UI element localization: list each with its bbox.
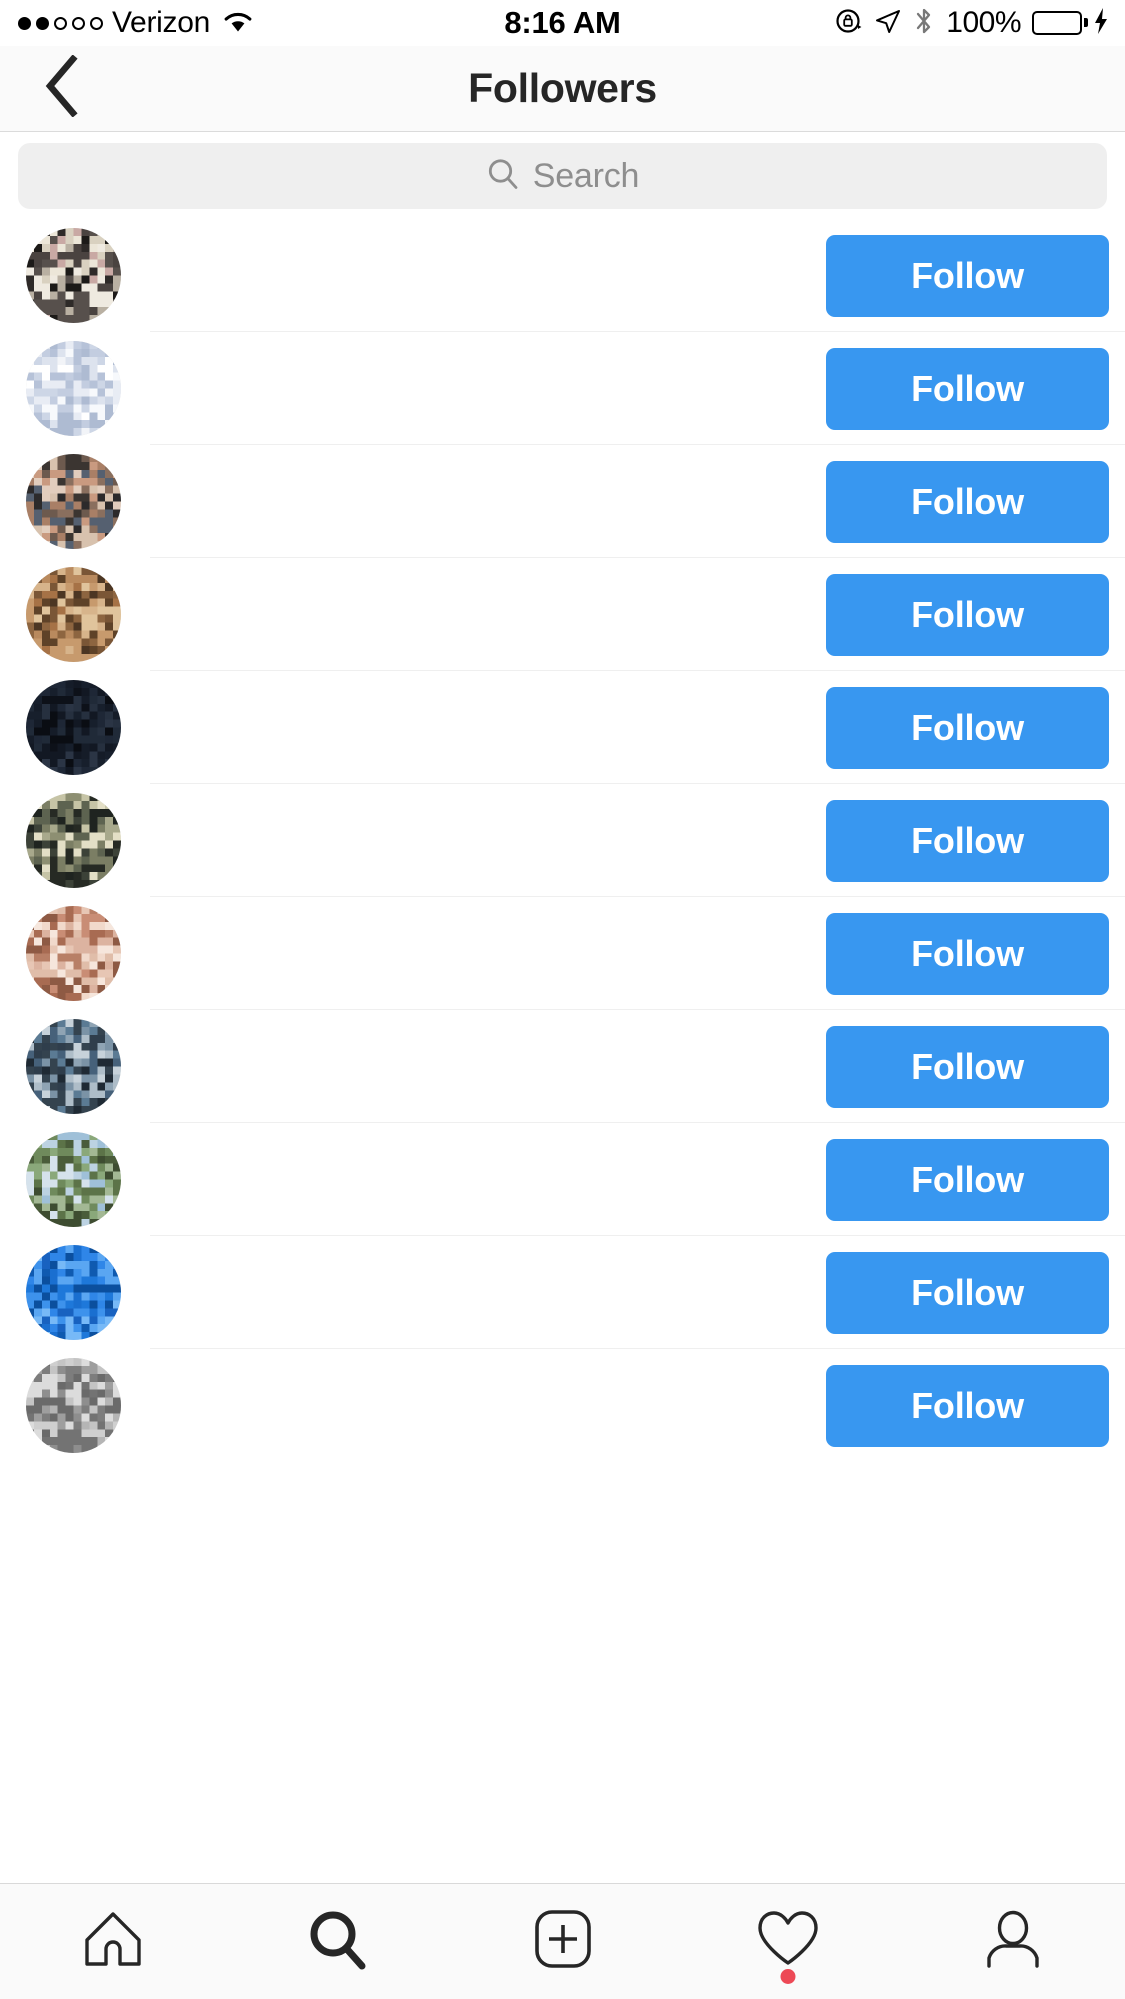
battery-percent-label: 100% <box>946 6 1021 39</box>
home-icon <box>82 1909 144 1974</box>
avatar-portrait-photo[interactable] <box>26 454 121 549</box>
follower-fullname <box>149 503 317 529</box>
follow-button[interactable]: Follow <box>826 1365 1109 1447</box>
avatar-default-placeholder[interactable] <box>26 341 121 436</box>
follower-fullname <box>149 729 444 755</box>
follower-username <box>149 349 287 379</box>
follower-username <box>149 1140 347 1170</box>
follower-row[interactable]: Follow <box>0 219 1125 332</box>
avatar-logo-photo[interactable] <box>26 1019 121 1114</box>
search-bar-container: Search <box>0 133 1125 219</box>
follow-button[interactable]: Follow <box>826 574 1109 656</box>
heart-icon <box>756 1910 820 1973</box>
profile-tab[interactable] <box>900 1884 1125 1999</box>
avatar-brown-hair-photo[interactable] <box>26 567 121 662</box>
status-clock: 8:16 AM <box>504 5 621 40</box>
follower-fullname <box>149 616 359 642</box>
activity-tab[interactable] <box>675 1884 900 1999</box>
follower-name-block[interactable] <box>149 236 669 303</box>
follower-username <box>149 801 346 831</box>
follower-fullname <box>149 1181 301 1207</box>
follower-row[interactable]: Follow <box>0 445 1125 558</box>
followers-list[interactable]: Follow Follow Follow Follow Follow Follow Foll… <box>0 219 1125 1883</box>
follower-username <box>149 1253 367 1283</box>
follower-username <box>149 462 307 492</box>
follow-button[interactable]: Follow <box>826 461 1109 543</box>
avatar-dog-photo[interactable] <box>26 228 121 323</box>
avatar-blue-logo[interactable] <box>26 1245 121 1340</box>
follower-fullname <box>149 1407 354 1433</box>
follower-fullname <box>149 277 414 303</box>
follower-name-block[interactable] <box>149 462 669 529</box>
follower-name-block[interactable] <box>149 1366 669 1433</box>
search-input[interactable]: Search <box>18 143 1107 209</box>
search-icon <box>307 1908 369 1975</box>
follower-row[interactable]: Follow <box>0 897 1125 1010</box>
follower-row[interactable]: Follow <box>0 1236 1125 1349</box>
follower-fullname <box>149 390 301 416</box>
add-post-tab[interactable] <box>450 1884 675 1999</box>
location-arrow-icon <box>874 7 902 40</box>
follower-row[interactable]: Follow <box>0 332 1125 445</box>
avatar-outdoor-photo[interactable] <box>26 1132 121 1227</box>
home-tab[interactable] <box>0 1884 225 1999</box>
follower-name-block[interactable] <box>149 575 669 642</box>
search-placeholder: Search <box>532 156 640 195</box>
follower-fullname <box>149 955 321 981</box>
follow-button[interactable]: Follow <box>826 348 1109 430</box>
follower-row[interactable]: Follow <box>0 1123 1125 1236</box>
search-tab[interactable] <box>225 1884 450 1999</box>
activity-badge-dot <box>780 1968 795 1984</box>
status-bar-right: 100% <box>835 0 1109 46</box>
follower-username <box>149 236 444 266</box>
follower-username <box>149 575 404 605</box>
follower-fullname <box>149 842 334 868</box>
navigation-header: Followers <box>0 46 1125 132</box>
bluetooth-icon <box>913 6 935 41</box>
bottom-tab-bar <box>0 1883 1125 1999</box>
instagram-followers-screen: Verizon 8:16 AM 100% Followers Search Fo… <box>0 0 1125 1999</box>
follower-name-block[interactable] <box>149 1253 669 1320</box>
battery-icon <box>1032 11 1088 35</box>
avatar-landscape-photo[interactable] <box>26 793 121 888</box>
follower-username <box>149 1366 377 1396</box>
follower-fullname <box>149 1294 404 1320</box>
follower-username <box>149 1027 336 1057</box>
page-title: Followers <box>468 65 657 111</box>
charging-bolt-icon <box>1093 7 1109 40</box>
search-icon <box>486 157 520 196</box>
person-icon <box>982 1909 1044 1974</box>
follow-button[interactable]: Follow <box>826 235 1109 317</box>
rotation-lock-icon <box>835 7 863 40</box>
follower-fullname <box>149 1068 321 1094</box>
follower-name-block[interactable] <box>149 1027 669 1094</box>
follower-name-block[interactable] <box>149 801 669 868</box>
follower-username <box>149 914 332 944</box>
follow-button[interactable]: Follow <box>826 1026 1109 1108</box>
follower-row[interactable]: Follow <box>0 558 1125 671</box>
follower-name-block[interactable] <box>149 349 669 416</box>
follower-row[interactable]: Follow <box>0 1010 1125 1123</box>
follow-button[interactable]: Follow <box>826 913 1109 995</box>
avatar-dark-navy-photo[interactable] <box>26 680 121 775</box>
follower-row[interactable]: Follow <box>0 1349 1125 1462</box>
follower-username <box>149 688 454 718</box>
follower-name-block[interactable] <box>149 914 669 981</box>
follower-row[interactable]: Follow <box>0 671 1125 784</box>
follow-button[interactable]: Follow <box>826 1139 1109 1221</box>
status-bar: Verizon 8:16 AM 100% <box>0 0 1125 46</box>
follower-row[interactable]: Follow <box>0 784 1125 897</box>
follower-name-block[interactable] <box>149 1140 669 1207</box>
avatar-gray-photo[interactable] <box>26 1358 121 1453</box>
follow-button[interactable]: Follow <box>826 1252 1109 1334</box>
plus-square-icon <box>532 1908 594 1975</box>
follow-button[interactable]: Follow <box>826 687 1109 769</box>
follower-name-block[interactable] <box>149 688 669 755</box>
follow-button[interactable]: Follow <box>826 800 1109 882</box>
avatar-skin-tone-photo[interactable] <box>26 906 121 1001</box>
